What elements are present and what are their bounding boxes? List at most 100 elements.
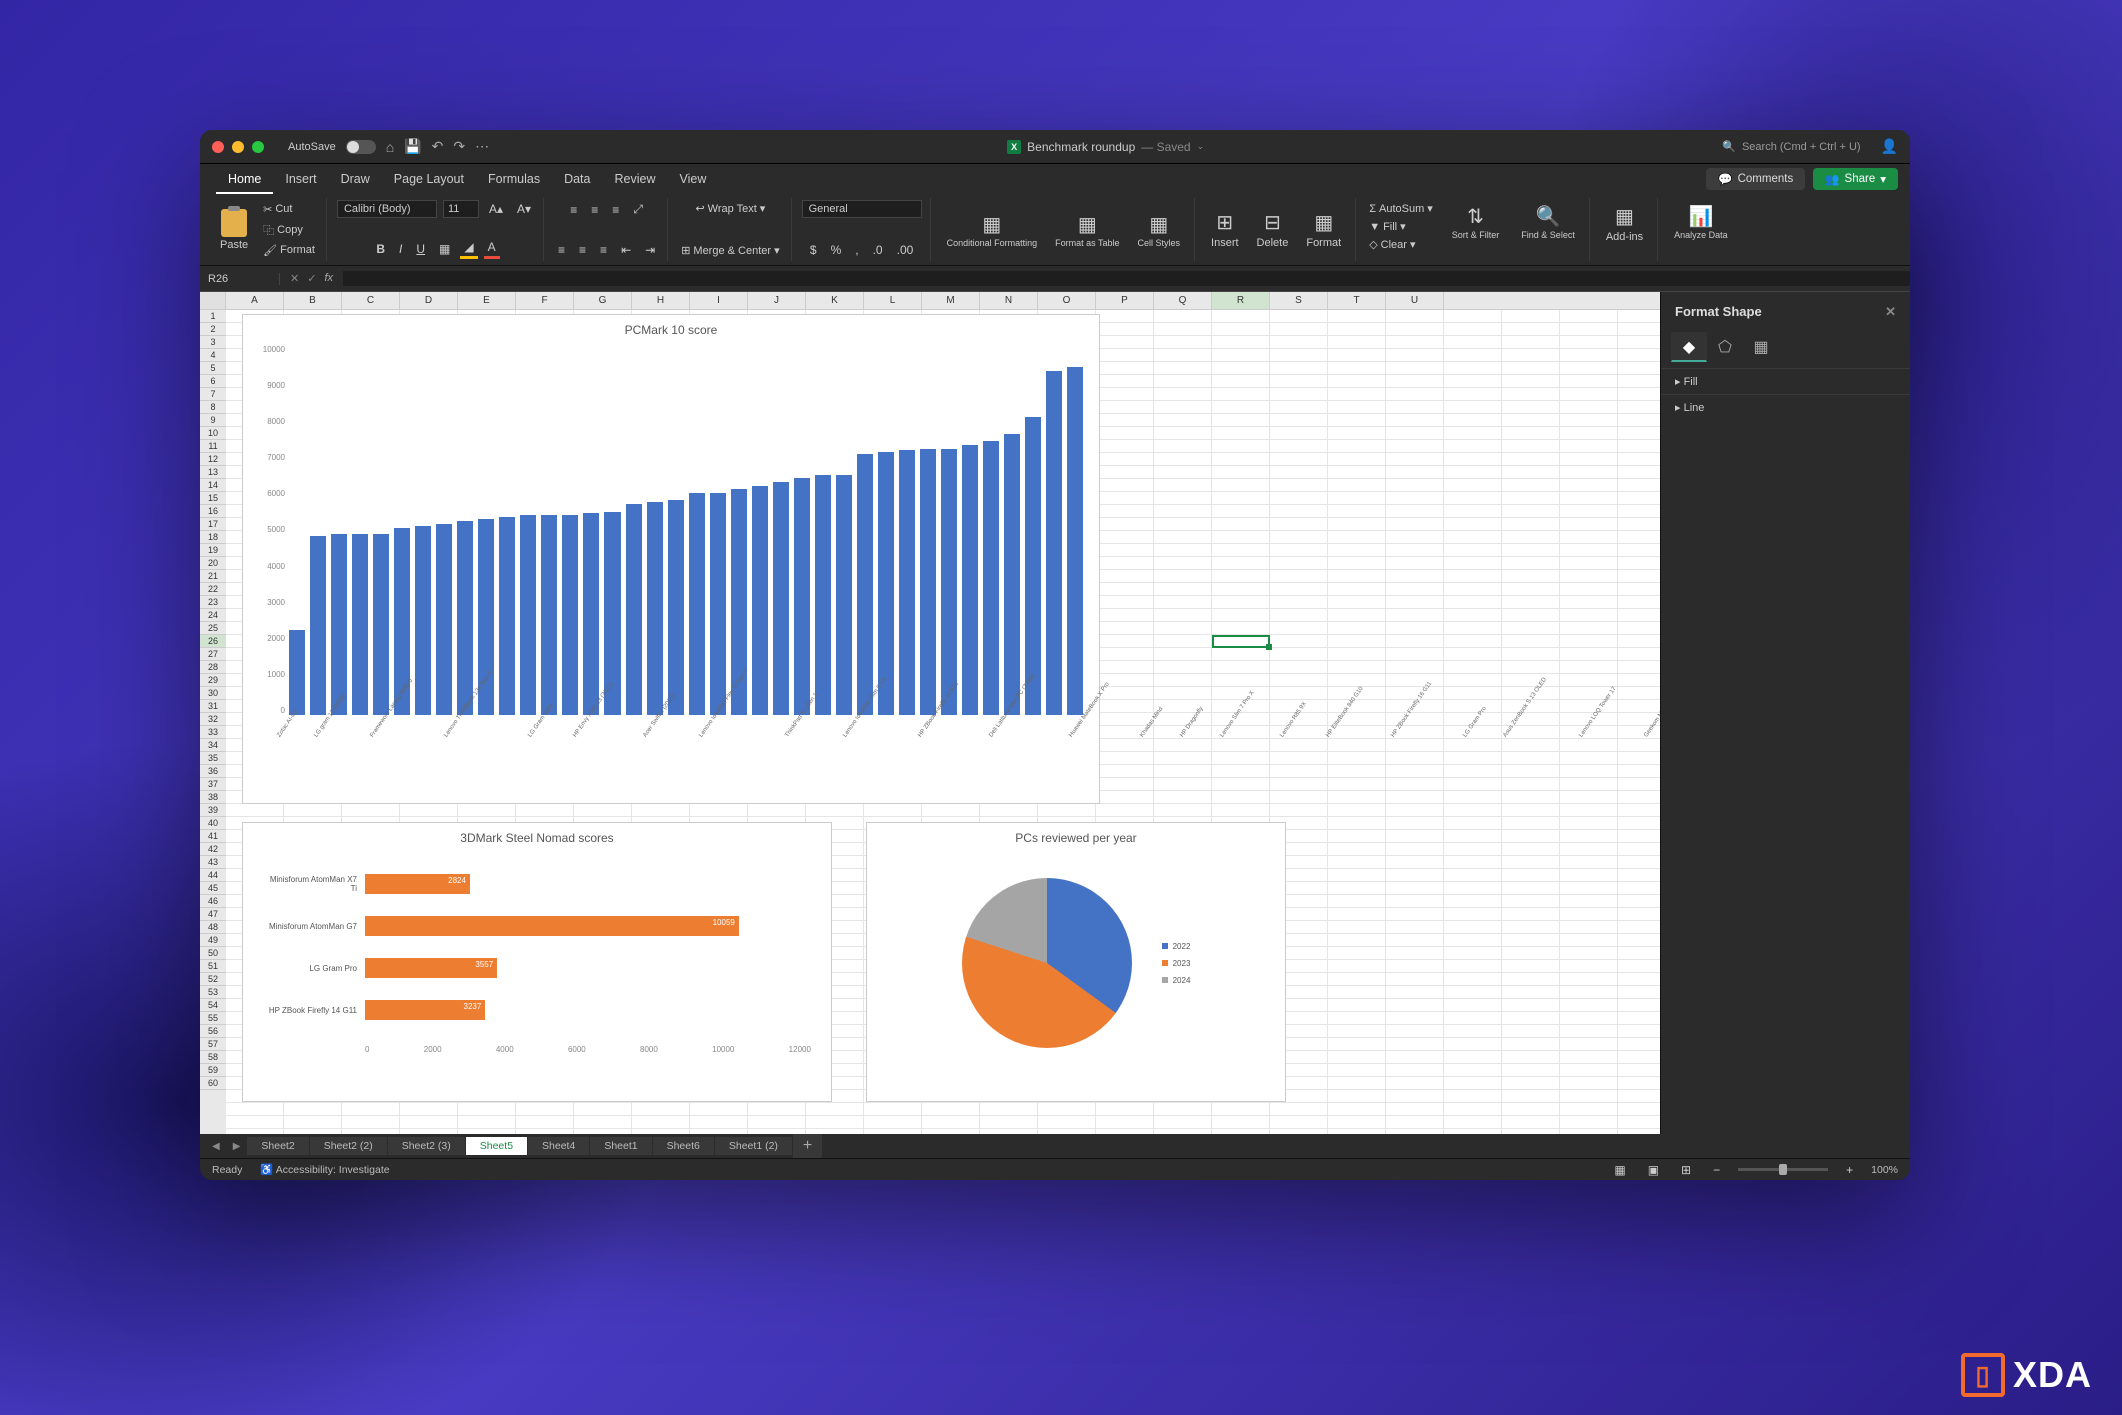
row-header[interactable]: 50 [200, 947, 226, 960]
active-cell[interactable] [1212, 635, 1270, 648]
row-header[interactable]: 30 [200, 687, 226, 700]
minimize-button[interactable] [232, 141, 244, 153]
bar[interactable] [857, 454, 873, 715]
col-header[interactable]: S [1270, 292, 1328, 309]
row-header[interactable]: 35 [200, 752, 226, 765]
row-header[interactable]: 4 [200, 349, 226, 362]
wrap-text-button[interactable]: ↩Wrap Text ▾ [692, 200, 768, 217]
row-header[interactable]: 56 [200, 1025, 226, 1038]
align-top-icon[interactable]: ≡ [566, 201, 581, 219]
row-header[interactable]: 51 [200, 960, 226, 973]
worksheet[interactable]: ABCDEFGHIJKLMNOPQRSTU 123456789101112131… [200, 292, 1660, 1134]
col-header[interactable]: O [1038, 292, 1096, 309]
italic-button[interactable]: I [395, 240, 406, 258]
row-header[interactable]: 41 [200, 830, 226, 843]
col-header[interactable]: C [342, 292, 400, 309]
bar[interactable] [815, 475, 831, 716]
underline-button[interactable]: U [412, 240, 429, 258]
align-center-icon[interactable]: ≡ [575, 241, 590, 259]
row-header[interactable]: 37 [200, 778, 226, 791]
col-header[interactable]: P [1096, 292, 1154, 309]
undo-icon[interactable]: ↶ [432, 138, 444, 155]
bar[interactable] [562, 515, 578, 715]
row-header[interactable]: 38 [200, 791, 226, 804]
bar[interactable] [962, 445, 978, 715]
row-header[interactable]: 2 [200, 323, 226, 336]
row-header[interactable]: 10 [200, 427, 226, 440]
row-header[interactable]: 49 [200, 934, 226, 947]
save-icon[interactable]: 💾 [404, 138, 421, 155]
row-header[interactable]: 28 [200, 661, 226, 674]
bar[interactable] [520, 515, 536, 715]
redo-icon[interactable]: ↷ [453, 138, 465, 155]
col-header[interactable]: N [980, 292, 1038, 309]
row-header[interactable]: 13 [200, 466, 226, 479]
autosave-toggle[interactable] [346, 140, 376, 154]
bar[interactable]: 3557 [365, 958, 497, 978]
accessibility-status[interactable]: ♿ Accessibility: Investigate [260, 1163, 389, 1176]
cell-grid[interactable]: PCMark 10 score 010002000300040005000600… [226, 310, 1660, 1134]
view-break-icon[interactable]: ⊞ [1677, 1161, 1695, 1179]
ribbon-tab-draw[interactable]: Draw [329, 166, 382, 194]
indent-right-icon[interactable]: ⇥ [641, 241, 659, 259]
fill-line-tab[interactable]: ◆ [1671, 332, 1707, 362]
sheet-tab[interactable]: Sheet5 [466, 1137, 527, 1155]
row-header[interactable]: 17 [200, 518, 226, 531]
bar[interactable]: 2824 [365, 874, 470, 894]
bar[interactable] [1046, 371, 1062, 715]
row-header[interactable]: 54 [200, 999, 226, 1012]
effects-tab[interactable]: ⬠ [1707, 332, 1743, 362]
col-header[interactable]: Q [1154, 292, 1212, 309]
enter-icon[interactable]: ✓ [307, 272, 316, 285]
zoom-slider[interactable] [1738, 1168, 1828, 1171]
col-header[interactable]: G [574, 292, 632, 309]
sheet-tab[interactable]: Sheet1 (2) [715, 1137, 792, 1155]
row-header[interactable]: 58 [200, 1051, 226, 1064]
document-title[interactable]: X Benchmark roundup — Saved ⌄ [489, 140, 1722, 154]
clear-button[interactable]: ◇Clear ▾ [1366, 236, 1436, 253]
row-header[interactable]: 57 [200, 1038, 226, 1051]
row-header[interactable]: 11 [200, 440, 226, 453]
fill-button[interactable]: ▼Fill ▾ [1366, 218, 1436, 235]
align-middle-icon[interactable]: ≡ [587, 201, 602, 219]
bar[interactable] [541, 515, 557, 715]
row-header[interactable]: 25 [200, 622, 226, 635]
maximize-button[interactable] [252, 141, 264, 153]
add-sheet-button[interactable]: + [793, 1134, 822, 1158]
bar[interactable] [647, 502, 663, 715]
account-icon[interactable]: 👤 [1881, 138, 1898, 155]
addins-button[interactable]: ▦Add-ins [1600, 200, 1649, 247]
close-button[interactable] [212, 141, 224, 153]
cancel-icon[interactable]: ✕ [290, 272, 299, 285]
col-header[interactable]: K [806, 292, 864, 309]
bar[interactable] [1025, 417, 1041, 715]
bar[interactable] [352, 534, 368, 715]
row-header[interactable]: 1 [200, 310, 226, 323]
format-cells-button[interactable]: ▦Format [1300, 206, 1347, 253]
bar[interactable] [794, 478, 810, 715]
conditional-formatting-button[interactable]: ▦Conditional Formatting [941, 208, 1044, 252]
zoom-out-icon[interactable]: − [1709, 1161, 1724, 1179]
increase-font-icon[interactable]: A▴ [485, 200, 507, 218]
chart-3dmark[interactable]: 3DMark Steel Nomad scores Minisforum Ato… [242, 822, 832, 1102]
cell-styles-button[interactable]: ▦Cell Styles [1132, 208, 1187, 252]
bar[interactable] [668, 500, 684, 715]
bar[interactable] [689, 493, 705, 715]
sheet-tab[interactable]: Sheet6 [653, 1137, 714, 1155]
row-header[interactable]: 29 [200, 674, 226, 687]
home-icon[interactable]: ⌂ [386, 139, 394, 155]
delete-cells-button[interactable]: ⊟Delete [1251, 206, 1295, 253]
col-header[interactable]: U [1386, 292, 1444, 309]
col-header[interactable]: J [748, 292, 806, 309]
row-header[interactable]: 31 [200, 700, 226, 713]
bar[interactable] [583, 513, 599, 715]
percent-icon[interactable]: % [827, 241, 846, 259]
format-painter-button[interactable]: 🖌Format [260, 242, 318, 259]
align-bottom-icon[interactable]: ≡ [608, 201, 623, 219]
bar[interactable] [457, 521, 473, 715]
copy-button[interactable]: ⿻Copy [260, 220, 318, 240]
select-all-corner[interactable] [200, 292, 226, 309]
ribbon-tab-data[interactable]: Data [552, 166, 602, 194]
bar[interactable] [773, 482, 789, 715]
analyze-data-button[interactable]: 📊Analyze Data [1668, 200, 1734, 244]
